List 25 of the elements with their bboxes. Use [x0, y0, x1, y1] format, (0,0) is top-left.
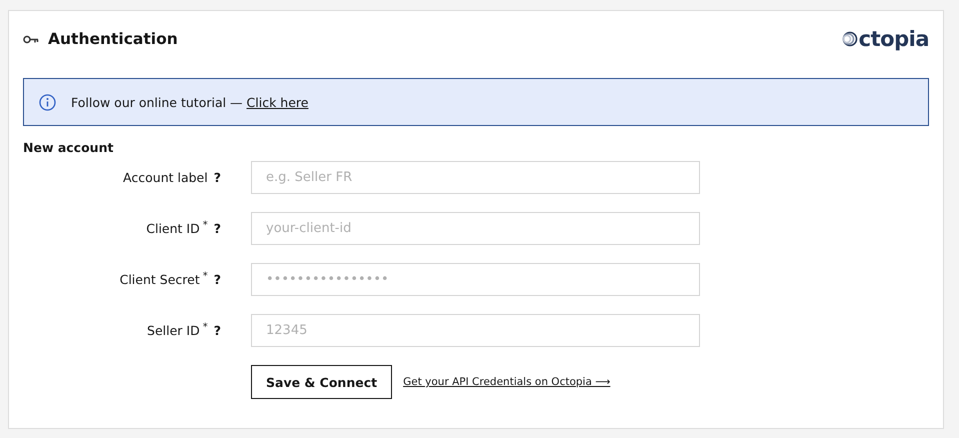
tutorial-link[interactable]: Click here — [246, 94, 308, 110]
brand-logo: ctopia — [840, 27, 929, 51]
help-mark[interactable]: ? — [214, 272, 221, 287]
field-label: Client Secret — [120, 272, 200, 287]
section-title: New account — [23, 140, 114, 154]
input-field[interactable]: 12345 — [251, 314, 700, 347]
input-field[interactable]: your-client-id — [251, 212, 700, 245]
field-label: Account label — [123, 170, 208, 185]
field-label: Client ID — [146, 221, 200, 236]
required-mark: * — [202, 322, 208, 333]
input-field[interactable]: •••••••••••••••• — [251, 263, 700, 296]
info-icon — [39, 94, 56, 110]
help-mark[interactable]: ? — [214, 323, 221, 338]
credentials-link[interactable]: Get your API Credentials on Octopia ⟶ — [403, 376, 610, 388]
input-field[interactable]: e.g. Seller FR — [251, 161, 700, 194]
banner-text: Follow our online tutorial — Click here — [71, 94, 308, 110]
save-connect-button[interactable]: Save & Connect — [251, 365, 392, 399]
help-mark[interactable]: ? — [214, 221, 221, 236]
field-label: Seller ID — [147, 323, 200, 338]
page-title: Authentication — [48, 30, 178, 48]
required-mark: * — [202, 271, 208, 282]
swirl-icon — [840, 31, 859, 47]
key-icon — [23, 34, 39, 44]
required-mark: * — [202, 220, 208, 231]
help-mark[interactable]: ? — [214, 170, 221, 185]
